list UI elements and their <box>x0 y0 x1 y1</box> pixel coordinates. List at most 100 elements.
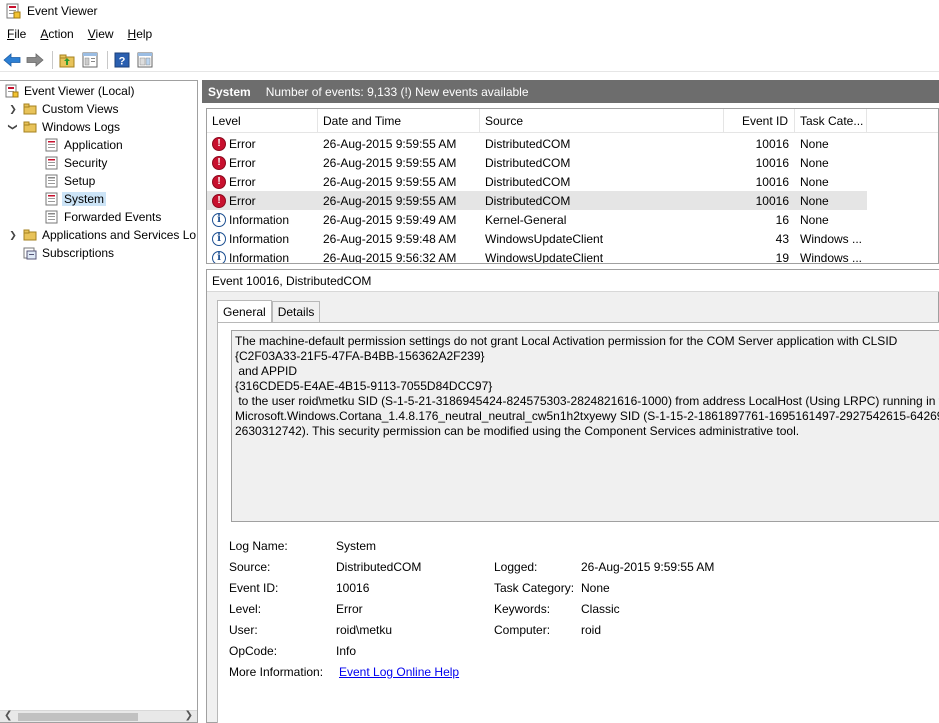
tree-item-custom-views[interactable]: ❯ Custom Views <box>8 100 118 118</box>
event-source-cell: Kernel-General <box>485 212 567 227</box>
description-line: and APPID <box>235 364 298 378</box>
opcode-value: Info <box>336 644 357 658</box>
log-icon <box>45 138 58 152</box>
help-icon: ? <box>114 52 130 67</box>
folder-icon <box>23 103 37 115</box>
menu-help[interactable]: Help <box>121 27 160 41</box>
event-row[interactable]: i Information 26-Aug-2015 9:59:49 AM Kernel… <box>207 210 867 229</box>
console-tree[interactable]: Event Viewer (Local) ❯ Custom Views ❯ Wi… <box>0 80 198 723</box>
window-title: Event Viewer <box>27 4 98 18</box>
chevron-down-icon[interactable]: ❯ <box>8 122 19 132</box>
event-description[interactable]: The machine-default permission settings … <box>231 330 939 522</box>
menu-view[interactable]: View <box>81 27 121 41</box>
chevron-right-icon[interactable]: ❯ <box>8 104 18 114</box>
event-level-text: Error <box>229 174 256 189</box>
event-id-cell: 10016 <box>755 155 789 170</box>
tree-item-label: Setup <box>64 174 96 188</box>
event-id-cell: 16 <box>775 212 789 227</box>
event-row[interactable]: ! Error 26-Aug-2015 9:59:55 AM DistributedC… <box>207 172 867 191</box>
keywords-value: Classic <box>581 602 620 616</box>
event-date-cell: 26-Aug-2015 9:59:49 AM <box>323 212 457 227</box>
tree-item-applications-and-services[interactable]: ❯ Applications and Services Lo <box>8 226 196 244</box>
tree-item-setup[interactable]: Setup <box>45 172 95 190</box>
event-source-cell: WindowsUpdateClient <box>485 250 604 264</box>
detail-tabs: General Details <box>217 300 321 322</box>
title-bar: Event Viewer <box>0 0 939 22</box>
tree-item-label: Forwarded Events <box>64 210 162 224</box>
level-label: Level: <box>229 602 262 616</box>
tab-details[interactable]: Details <box>271 301 321 322</box>
event-id-value: 10016 <box>336 581 370 595</box>
tree-item-event-viewer-local[interactable]: Event Viewer (Local) <box>5 82 135 100</box>
tree-item-application[interactable]: Application <box>45 136 123 154</box>
event-task-cell: None <box>800 193 829 208</box>
event-log-online-help-link[interactable]: Event Log Online Help <box>339 665 459 679</box>
event-level-cell: i Information <box>207 229 318 248</box>
help-button[interactable]: ? <box>112 50 132 70</box>
show-action-pane-button[interactable] <box>135 50 155 70</box>
column-header-level[interactable]: Level <box>207 109 318 133</box>
event-id-cell: 10016 <box>755 174 789 189</box>
menu-file[interactable]: File <box>0 27 33 41</box>
tree-item-windows-logs[interactable]: ❯ Windows Logs <box>8 118 121 136</box>
column-header-event-id[interactable]: Event ID <box>724 109 795 133</box>
toolbar-separator <box>107 50 108 69</box>
event-row[interactable]: ! Error 26-Aug-2015 9:59:55 AM DistributedC… <box>207 191 867 210</box>
event-source-cell: DistributedCOM <box>485 155 571 170</box>
event-row[interactable]: ! Error 26-Aug-2015 9:59:55 AM DistributedC… <box>207 134 867 153</box>
scrollbar-thumb[interactable] <box>18 713 138 721</box>
tree-item-forwarded-events[interactable]: Forwarded Events <box>45 208 161 226</box>
event-date-cell: 26-Aug-2015 9:59:55 AM <box>323 174 457 189</box>
tree-item-label: Subscriptions <box>42 246 115 260</box>
tree-item-label: Windows Logs <box>42 120 121 134</box>
tree-item-subscriptions[interactable]: Subscriptions <box>23 244 114 262</box>
column-header-date[interactable]: Date and Time <box>318 109 480 133</box>
back-button[interactable] <box>2 50 22 70</box>
results-pane: System Number of events: 9,133 (!) New e… <box>202 80 939 723</box>
events-list[interactable]: Level Date and Time Source Event ID Task… <box>206 108 939 264</box>
event-row[interactable]: i Information 26-Aug-2015 9:56:32 AM Window… <box>207 248 867 264</box>
event-date-cell: 26-Aug-2015 9:59:55 AM <box>323 155 457 170</box>
subscriptions-icon <box>23 247 37 260</box>
svg-text:?: ? <box>119 55 126 67</box>
event-date-cell: 26-Aug-2015 9:59:55 AM <box>323 136 457 151</box>
error-icon: ! <box>212 136 226 151</box>
event-level-text: Error <box>229 136 256 151</box>
scroll-right-icon[interactable]: ❯ <box>185 710 193 721</box>
keywords-label: Keywords: <box>494 602 551 616</box>
task-category-label: Task Category: <box>494 581 575 595</box>
forward-button[interactable] <box>25 50 45 70</box>
chevron-right-icon[interactable]: ❯ <box>8 230 18 240</box>
error-icon: ! <box>212 193 226 208</box>
tab-general[interactable]: General <box>217 300 272 322</box>
log-name-value: System <box>336 539 377 553</box>
menu-action[interactable]: Action <box>33 27 80 41</box>
folder-up-icon <box>59 54 75 67</box>
logged-label: Logged: <box>494 560 538 574</box>
event-date-cell: 26-Aug-2015 9:59:55 AM <box>323 193 457 208</box>
log-icon <box>45 156 58 170</box>
opcode-label: OpCode: <box>229 644 278 658</box>
tree-item-system[interactable]: System <box>45 190 107 208</box>
properties-button[interactable] <box>80 50 100 70</box>
column-header-task-category[interactable]: Task Cate... <box>795 109 867 133</box>
scroll-left-icon[interactable]: ❮ <box>4 710 12 721</box>
log-icon <box>45 192 58 206</box>
information-icon: i <box>212 231 226 246</box>
folder-up-button[interactable] <box>57 50 77 70</box>
events-list-header: Level Date and Time Source Event ID Task… <box>207 109 938 133</box>
event-level-cell: ! Error <box>207 153 318 172</box>
tree-item-security[interactable]: Security <box>45 154 107 172</box>
event-date-cell: 26-Aug-2015 9:59:48 AM <box>323 231 457 246</box>
event-row[interactable]: i Information 26-Aug-2015 9:59:48 AM Window… <box>207 229 867 248</box>
event-row[interactable]: ! Error 26-Aug-2015 9:59:55 AM DistributedC… <box>207 153 867 172</box>
log-summary: Number of events: 9,133 (!) New events a… <box>265 84 529 99</box>
error-icon: ! <box>212 155 226 170</box>
menu-bar: File Action View Help <box>0 24 159 44</box>
event-task-cell: None <box>800 155 829 170</box>
general-tab-panel: The machine-default permission settings … <box>217 322 939 723</box>
column-header-source[interactable]: Source <box>480 109 724 133</box>
folder-icon <box>23 121 37 133</box>
tree-horizontal-scrollbar[interactable]: ❮ ❯ <box>0 710 197 722</box>
source-label: Source: <box>229 560 271 574</box>
